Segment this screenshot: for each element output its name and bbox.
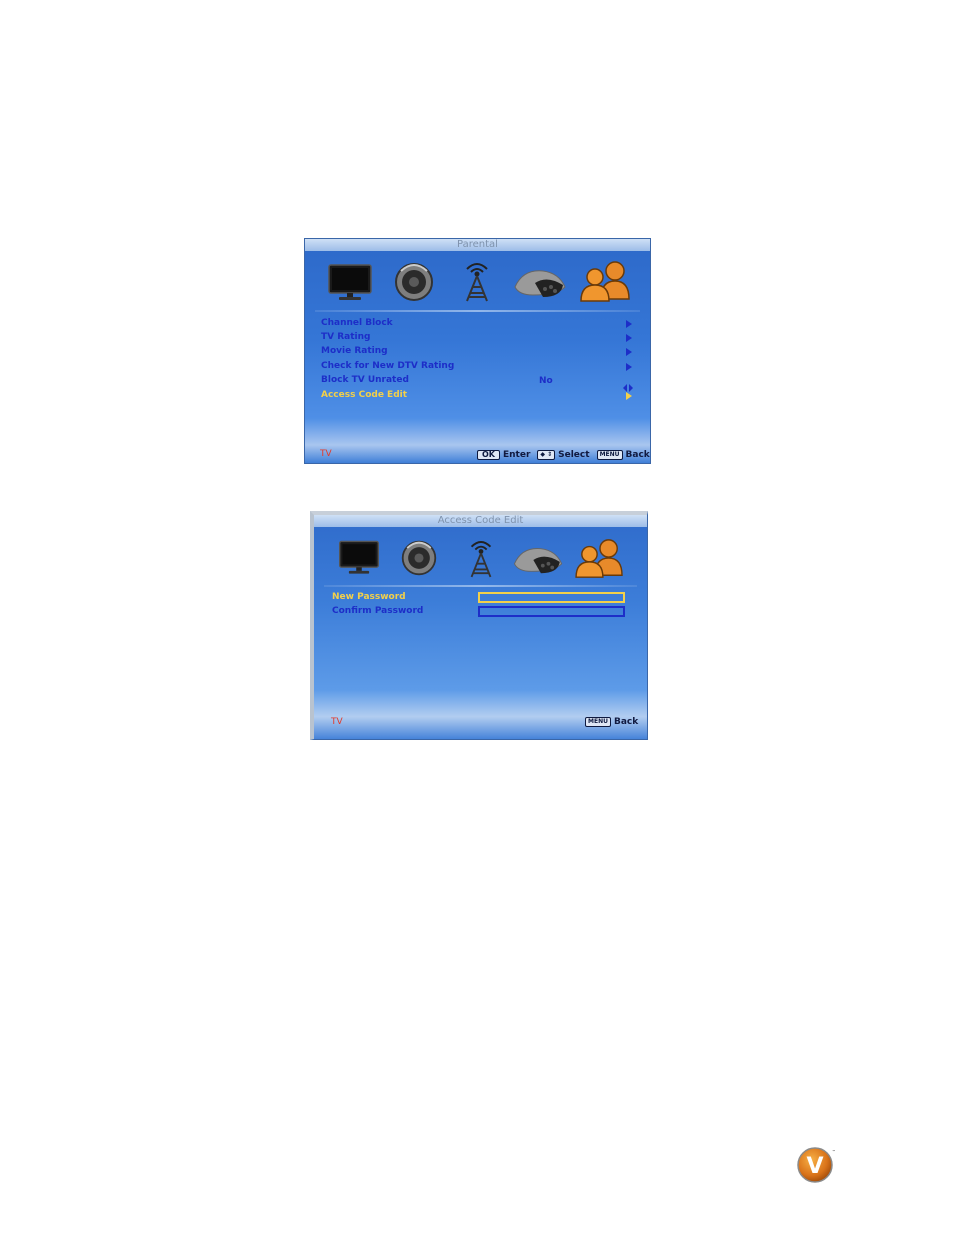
ok-key-icon: OK — [477, 450, 500, 460]
antenna-tower-icon[interactable] — [464, 539, 498, 583]
submenu-arrow-icon — [626, 348, 632, 356]
menu-title: Parental — [305, 239, 650, 251]
brand-logo: V ™ — [796, 1145, 836, 1189]
people-icon[interactable] — [572, 537, 628, 585]
submenu-arrow-icon — [626, 320, 632, 328]
submenu-arrow-icon — [626, 392, 632, 400]
submenu-arrow-icon — [626, 334, 632, 342]
remote-controls-icon[interactable] — [512, 543, 566, 581]
menu-item-check-new-dtv-rating[interactable]: Check for New DTV Rating — [321, 361, 454, 371]
tv-icon[interactable] — [325, 263, 375, 307]
footer-help: OK Enter ◆ ⇕ Select MENU Back — [477, 450, 650, 460]
dpad-key-icon: ◆ ⇕ — [537, 450, 556, 460]
menu-separator — [324, 585, 637, 587]
new-password-label: New Password — [332, 592, 406, 602]
menu-item-block-tv-unrated[interactable]: Block TV Unrated — [321, 375, 409, 385]
logo-mark: V — [806, 1154, 823, 1179]
menu-item-channel-block[interactable]: Channel Block — [321, 318, 393, 328]
menu-item-tv-rating[interactable]: TV Rating — [321, 332, 370, 342]
antenna-tower-icon[interactable] — [459, 261, 495, 307]
back-label: Back — [613, 717, 639, 727]
speaker-icon[interactable] — [393, 261, 435, 307]
input-source-label: TV — [331, 717, 343, 727]
footer-help: MENU Back — [585, 717, 638, 727]
speaker-icon[interactable] — [400, 539, 438, 581]
menu-key-icon: MENU — [596, 450, 623, 460]
new-password-input[interactable] — [478, 592, 625, 603]
menu-title: Access Code Edit — [314, 515, 647, 527]
menu-separator — [315, 310, 640, 312]
parental-menu-screen: Parental Channel Block TV Rating Movie R… — [304, 238, 651, 464]
confirm-password-label: Confirm Password — [332, 606, 424, 616]
access-code-edit-screen: Access Code Edit New Password Confirm Pa… — [310, 511, 648, 740]
people-icon[interactable] — [577, 259, 635, 309]
menu-key-icon: MENU — [585, 717, 611, 727]
logo-tm: ™ — [832, 1149, 836, 1154]
select-label: Select — [558, 450, 590, 460]
tv-icon[interactable] — [336, 539, 382, 581]
confirm-password-input[interactable] — [478, 606, 625, 617]
back-label: Back — [625, 450, 650, 460]
submenu-arrow-icon — [626, 363, 632, 371]
block-tv-unrated-value: No — [539, 376, 553, 386]
menu-item-access-code-edit[interactable]: Access Code Edit — [321, 390, 407, 400]
input-source-label: TV — [320, 449, 332, 459]
menu-item-movie-rating[interactable]: Movie Rating — [321, 346, 388, 356]
enter-label: Enter — [503, 450, 531, 460]
remote-controls-icon[interactable] — [513, 265, 569, 305]
